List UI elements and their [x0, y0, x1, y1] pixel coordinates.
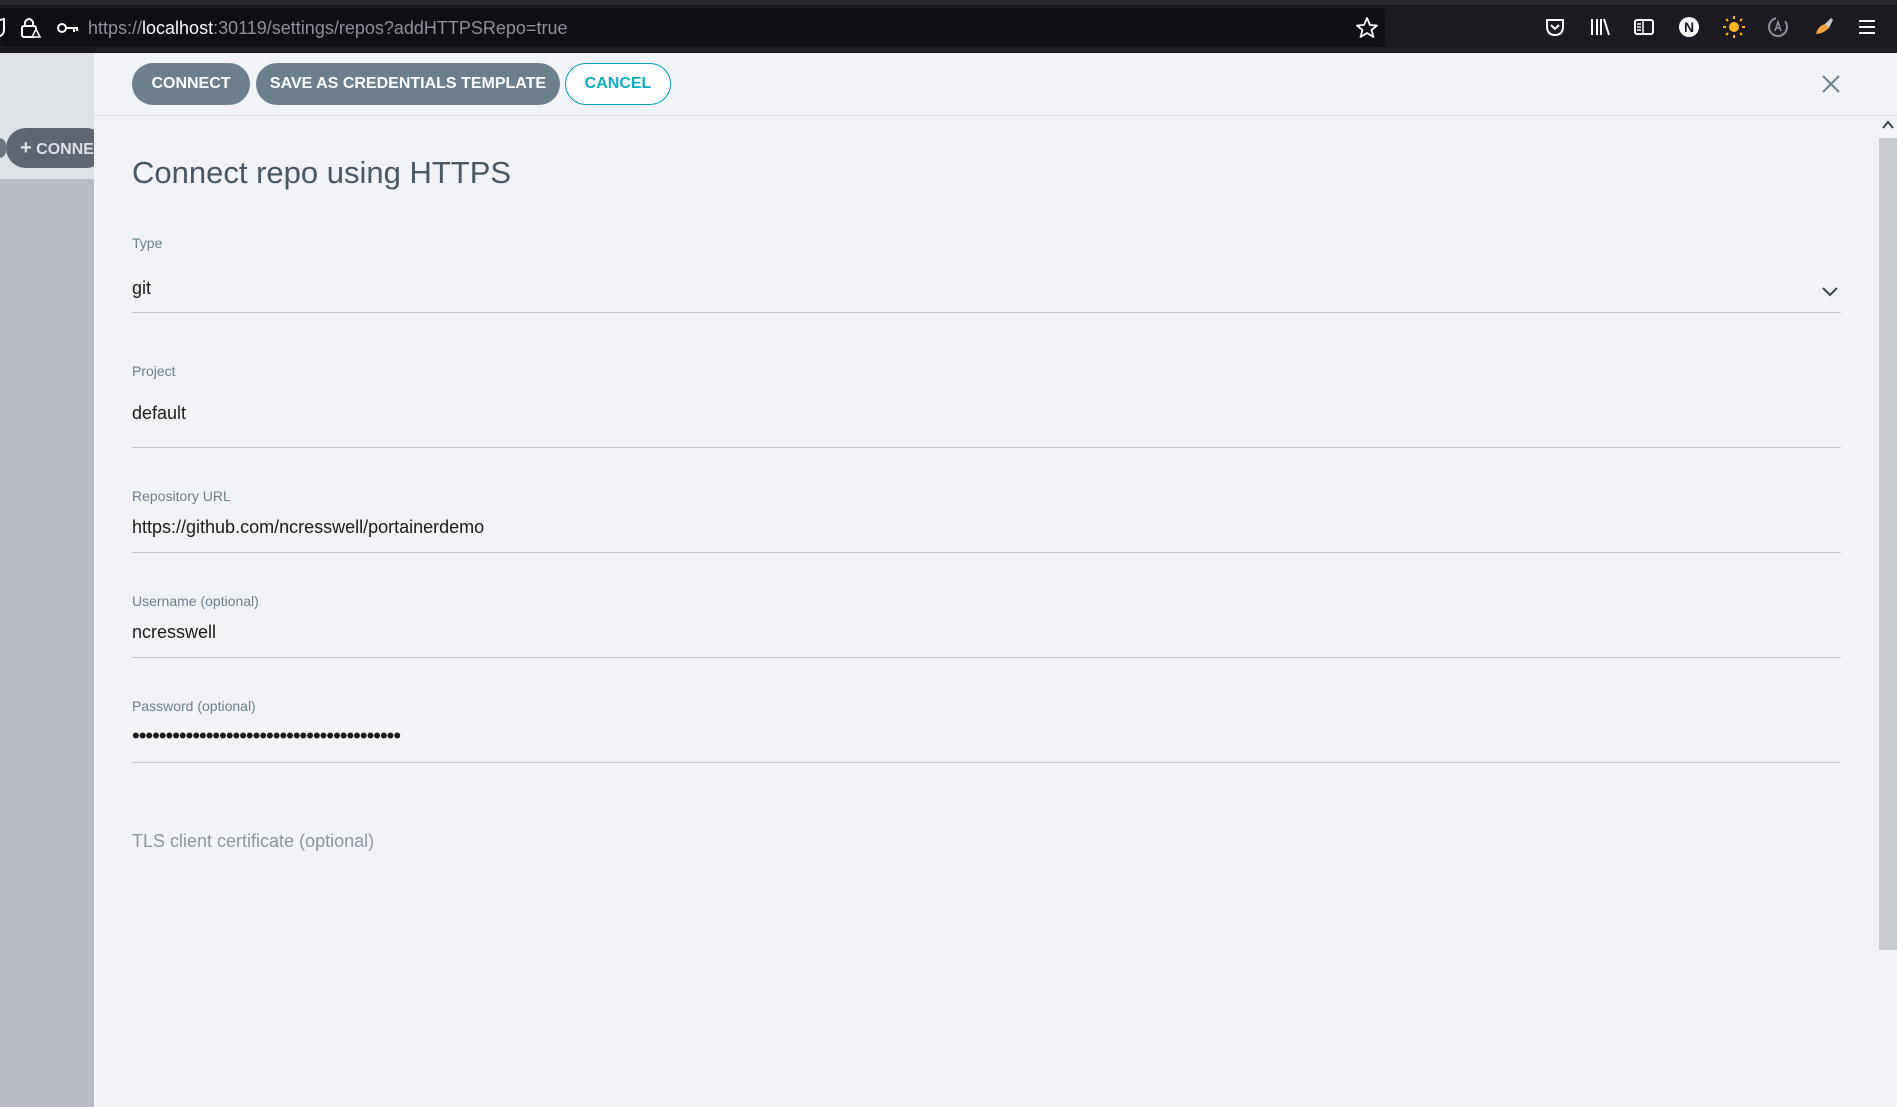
url-path: :30119/settings/repos?addHTTPSRepo=true: [213, 18, 568, 38]
url-host: localhost: [142, 18, 214, 38]
bookmark-star-icon[interactable]: [1355, 16, 1379, 40]
type-underline: [132, 312, 1841, 313]
panel-scrollbar-thumb[interactable]: [1879, 138, 1897, 950]
key-icon[interactable]: [56, 18, 80, 38]
lock-icon[interactable]: [20, 16, 42, 40]
brush-extension-icon[interactable]: [1812, 16, 1834, 38]
username-field[interactable]: ncresswell: [132, 622, 216, 643]
password-underline: [132, 762, 1841, 763]
username-underline: [132, 657, 1841, 658]
url-bar[interactable]: https://localhost:30119/settings/repos?a…: [0, 8, 1385, 47]
pocket-icon[interactable]: [1544, 16, 1566, 38]
close-icon[interactable]: [1820, 73, 1842, 95]
profile-initial: N: [1684, 19, 1695, 35]
tls-client-certificate-label[interactable]: TLS client certificate (optional): [132, 831, 374, 852]
project-label: Project: [132, 363, 176, 379]
username-label: Username (optional): [132, 593, 259, 609]
page-title: Connect repo using HTTPS: [132, 155, 512, 190]
background-app-overlay: [0, 53, 94, 1107]
library-icon[interactable]: [1589, 16, 1611, 38]
plus-icon: +: [20, 137, 32, 159]
browser-top-strip: [0, 0, 1897, 5]
extension-icon[interactable]: [1767, 16, 1789, 38]
url-text[interactable]: https://localhost:30119/settings/repos?a…: [88, 18, 567, 39]
connect-repo-panel: CONNECT SAVE AS CREDENTIALS TEMPLATE CAN…: [94, 53, 1897, 1107]
sidebar-toggle-icon[interactable]: [1633, 16, 1655, 38]
repository-url-label: Repository URL: [132, 488, 231, 504]
project-field[interactable]: default: [132, 403, 186, 424]
panel-header: CONNECT SAVE AS CREDENTIALS TEMPLATE CAN…: [94, 53, 1897, 116]
type-select[interactable]: git: [132, 278, 151, 299]
save-credentials-template-button[interactable]: SAVE AS CREDENTIALS TEMPLATE: [256, 63, 560, 105]
scroll-up-arrow-icon[interactable]: [1881, 118, 1895, 132]
sun-extension-icon[interactable]: [1722, 15, 1746, 39]
repository-url-field[interactable]: https://github.com/ncresswell/portainerd…: [132, 517, 484, 538]
shield-icon[interactable]: [0, 18, 8, 38]
password-field[interactable]: ••••••••••••••••••••••••••••••••••••••••: [132, 723, 401, 749]
type-label: Type: [132, 235, 163, 251]
repository-url-underline: [132, 552, 1841, 553]
browser-toolbar: https://localhost:30119/settings/repos?a…: [0, 0, 1897, 53]
project-underline: [132, 447, 1841, 448]
menu-hamburger-icon[interactable]: [1857, 17, 1877, 37]
profile-avatar-icon[interactable]: N: [1678, 16, 1700, 38]
password-label: Password (optional): [132, 698, 256, 714]
url-scheme: https://: [88, 18, 143, 38]
cancel-button[interactable]: CANCEL: [565, 63, 671, 105]
background-connect-label: CONNE: [36, 141, 94, 158]
background-connect-button: + CONNE: [6, 128, 106, 168]
chevron-down-icon[interactable]: [1820, 281, 1840, 301]
connect-button[interactable]: CONNECT: [132, 63, 250, 105]
